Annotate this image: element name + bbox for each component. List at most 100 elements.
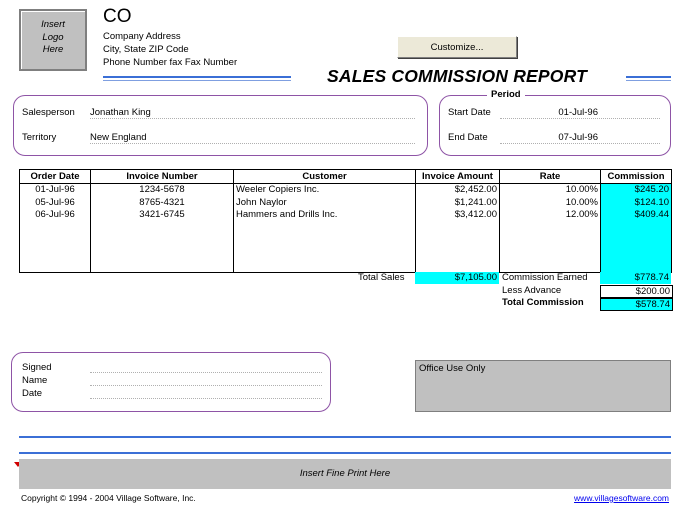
cell-customer[interactable]: John Naylor bbox=[233, 196, 416, 209]
company-phone: Phone Number fax Fax Number bbox=[103, 57, 238, 68]
logo-line-2: Logo bbox=[42, 31, 64, 43]
cell-invoice-number[interactable]: 3421-6745 bbox=[90, 209, 234, 222]
cell-customer[interactable]: Weeler Copiers Inc. bbox=[233, 183, 416, 197]
cell-customer[interactable]: Hammers and Drills Inc. bbox=[233, 209, 416, 222]
header-customer: Customer bbox=[233, 169, 416, 184]
cell-empty[interactable] bbox=[233, 259, 416, 273]
start-date-label: Start Date bbox=[448, 107, 491, 118]
cell-empty[interactable] bbox=[499, 234, 601, 247]
cell-empty[interactable] bbox=[415, 221, 500, 234]
cell-invoice-number[interactable]: 1234-5678 bbox=[90, 183, 234, 197]
cell-invoice-amount[interactable]: $1,241.00 bbox=[415, 196, 500, 209]
total-sales-value: $7,105.00 bbox=[415, 272, 499, 284]
cell-empty[interactable] bbox=[415, 246, 500, 259]
copyright-text: Copyright © 1994 - 2004 Village Software… bbox=[21, 493, 196, 503]
cell-empty[interactable] bbox=[19, 246, 91, 259]
start-date-value: 01-Jul-96 bbox=[558, 107, 598, 118]
cell-rate[interactable]: 10.00% bbox=[499, 196, 601, 209]
title-rule-right bbox=[626, 76, 671, 78]
name-field[interactable] bbox=[90, 373, 322, 386]
total-commission-label: Total Commission bbox=[502, 297, 584, 308]
cell-invoice-number[interactable]: 8765-4321 bbox=[90, 196, 234, 209]
logo-line-1: Insert bbox=[41, 19, 65, 30]
cell-order-date[interactable]: 06-Jul-96 bbox=[19, 209, 91, 222]
office-use-box[interactable]: Office Use Only bbox=[415, 360, 671, 412]
cell-empty[interactable] bbox=[90, 234, 234, 247]
total-sales-label: Total Sales bbox=[358, 272, 405, 283]
less-advance-label: Less Advance bbox=[502, 285, 562, 296]
territory-label: Territory bbox=[22, 132, 57, 143]
signed-field[interactable] bbox=[90, 360, 322, 373]
company-address: Company Address bbox=[103, 31, 181, 42]
end-date-value: 07-Jul-96 bbox=[558, 132, 598, 143]
invoice-table: Order Date Invoice Number Customer Invoi… bbox=[19, 169, 672, 273]
cell-rate[interactable]: 10.00% bbox=[499, 183, 601, 197]
cell-empty[interactable] bbox=[90, 246, 234, 259]
cell-order-date[interactable]: 01-Jul-96 bbox=[19, 183, 91, 197]
cell-order-date[interactable]: 05-Jul-96 bbox=[19, 196, 91, 209]
less-advance-field[interactable]: $200.00 bbox=[600, 285, 673, 298]
signed-label: Signed bbox=[22, 362, 52, 373]
cell-empty[interactable] bbox=[90, 221, 234, 234]
logo-placeholder: Insert Logo Here bbox=[19, 9, 87, 71]
company-city: City, State ZIP Code bbox=[103, 44, 189, 55]
cell-invoice-amount[interactable]: $2,452.00 bbox=[415, 183, 500, 197]
header-invoice-amount: Invoice Amount bbox=[415, 169, 500, 184]
cell-empty[interactable] bbox=[233, 246, 416, 259]
salesperson-label: Salesperson bbox=[22, 107, 75, 118]
report-title: SALES COMMISSION REPORT bbox=[327, 66, 587, 86]
table-row-empty bbox=[19, 234, 672, 247]
cell-empty[interactable] bbox=[19, 221, 91, 234]
title-rule-left bbox=[103, 76, 291, 78]
cell-empty[interactable] bbox=[499, 259, 601, 273]
cell-empty bbox=[600, 246, 672, 259]
cell-empty[interactable] bbox=[415, 234, 500, 247]
commission-earned-label: Commission Earned bbox=[502, 272, 588, 283]
end-date-field[interactable]: 07-Jul-96 bbox=[500, 132, 660, 144]
commission-earned-value: $778.74 bbox=[600, 272, 671, 284]
company-name: CO bbox=[103, 6, 132, 27]
table-row: 06-Jul-96 3421-6745 Hammers and Drills I… bbox=[19, 209, 672, 222]
total-commission-value: $578.74 bbox=[600, 298, 673, 311]
cell-empty[interactable] bbox=[90, 259, 234, 273]
table-header-row: Order Date Invoice Number Customer Invoi… bbox=[19, 169, 672, 184]
header-invoice-number: Invoice Number bbox=[90, 169, 234, 184]
footer-rule-bottom bbox=[19, 452, 671, 454]
salesperson-field[interactable]: Jonathan King bbox=[90, 107, 415, 119]
period-title: Period bbox=[487, 89, 525, 100]
cell-empty[interactable] bbox=[233, 234, 416, 247]
end-date-label: End Date bbox=[448, 132, 488, 143]
table-row: 05-Jul-96 8765-4321 John Naylor $1,241.0… bbox=[19, 196, 672, 209]
cell-empty bbox=[600, 259, 672, 273]
cell-invoice-amount[interactable]: $3,412.00 bbox=[415, 209, 500, 222]
period-box bbox=[439, 95, 671, 156]
cell-empty[interactable] bbox=[19, 234, 91, 247]
cell-commission: $245.20 bbox=[600, 183, 672, 197]
title-rule-right-thin bbox=[626, 80, 671, 81]
logo-line-3: Here bbox=[42, 44, 64, 55]
cell-empty[interactable] bbox=[233, 221, 416, 234]
start-date-field[interactable]: 01-Jul-96 bbox=[500, 107, 660, 119]
fine-print-box[interactable]: Insert Fine Print Here bbox=[19, 459, 671, 489]
website-link[interactable]: www.villagesoftware.com bbox=[574, 493, 669, 503]
footer-rule-top bbox=[19, 436, 671, 438]
territory-field[interactable]: New England bbox=[90, 132, 415, 144]
table-row: 01-Jul-96 1234-5678 Weeler Copiers Inc. … bbox=[19, 183, 672, 197]
cell-commission: $124.10 bbox=[600, 196, 672, 209]
date-field[interactable] bbox=[90, 386, 322, 399]
table-row-empty bbox=[19, 259, 672, 273]
cell-empty[interactable] bbox=[19, 259, 91, 273]
customize-button[interactable]: Customize... bbox=[397, 36, 517, 58]
territory-value: New England bbox=[90, 132, 147, 143]
cell-empty bbox=[600, 221, 672, 234]
office-use-label: Office Use Only bbox=[419, 363, 486, 374]
header-rate: Rate bbox=[499, 169, 601, 184]
title-rule-left-thin bbox=[103, 80, 291, 81]
header-order-date: Order Date bbox=[19, 169, 91, 184]
cell-empty[interactable] bbox=[499, 221, 601, 234]
cell-rate[interactable]: 12.00% bbox=[499, 209, 601, 222]
cell-empty[interactable] bbox=[415, 259, 500, 273]
table-row-empty bbox=[19, 246, 672, 259]
cell-empty[interactable] bbox=[499, 246, 601, 259]
cell-empty bbox=[600, 234, 672, 247]
